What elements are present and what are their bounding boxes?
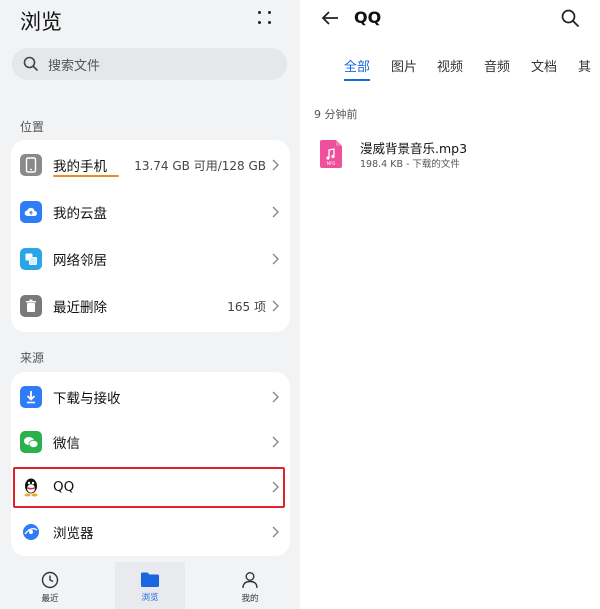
download-icon — [20, 386, 42, 408]
cloud-icon — [20, 201, 42, 223]
chevron-right-icon — [272, 300, 279, 312]
tab-all[interactable]: 全部 — [344, 56, 370, 75]
tab-other[interactable]: 其 — [578, 56, 591, 75]
phone-icon — [20, 154, 42, 176]
tab-images[interactable]: 图片 — [391, 56, 417, 75]
source-item-qq[interactable]: QQ — [11, 464, 290, 510]
trash-icon — [20, 295, 42, 317]
more-options-icon[interactable] — [258, 11, 272, 25]
nav-recent[interactable]: 最近 — [15, 562, 85, 609]
nav-label: 最近 — [41, 594, 59, 604]
wechat-icon — [20, 431, 42, 453]
source-item-wechat[interactable]: 微信 — [11, 419, 290, 465]
location-item-my-cloud[interactable]: 我的云盘 — [11, 189, 290, 235]
source-item-downloads[interactable]: 下载与接收 — [11, 374, 290, 420]
tab-documents[interactable]: 文档 — [531, 56, 557, 75]
chevron-right-icon — [272, 526, 279, 538]
nav-mine[interactable]: 我的 — [215, 562, 285, 609]
section-label-location: 位置 — [20, 120, 45, 134]
source-item-browser[interactable]: 浏览器 — [11, 509, 290, 555]
deleted-count: 165 项 — [227, 299, 266, 314]
chevron-right-icon — [272, 206, 279, 218]
chevron-right-icon — [272, 253, 279, 265]
chevron-right-icon — [272, 159, 279, 171]
music-file-icon: MP3 — [320, 140, 342, 168]
chevron-right-icon — [272, 391, 279, 403]
nav-browse[interactable]: 浏览 — [115, 562, 185, 609]
folder-title: QQ — [354, 8, 382, 27]
source-item-label: 微信 — [53, 436, 80, 452]
location-item-recently-deleted[interactable]: 最近删除 165 项 — [11, 283, 290, 329]
qq-icon — [20, 476, 42, 498]
qq-folder-panel: QQ 全部 图片 视频 音频 文档 其 9 分钟前 MP3 漫威背景音乐.mp3… — [300, 0, 600, 609]
nav-label: 我的 — [241, 594, 259, 604]
source-item-label: QQ — [53, 479, 75, 495]
clock-icon — [41, 571, 59, 589]
search-icon — [23, 56, 38, 71]
browse-panel: 浏览 搜索文件 位置 我的手机 13.74 GB 可用/128 GB 我的云盘 — [0, 0, 300, 609]
chevron-right-icon — [272, 481, 279, 493]
search-placeholder: 搜索文件 — [48, 58, 101, 74]
time-group-label: 9 分钟前 — [314, 108, 358, 121]
network-icon — [20, 248, 42, 270]
file-icon-label: MP3 — [327, 161, 336, 166]
back-arrow-icon[interactable] — [320, 8, 340, 28]
source-item-label: 下载与接收 — [53, 391, 121, 407]
location-item-label: 最近删除 — [53, 300, 107, 316]
category-tabs: 全部 图片 视频 音频 文档 其 — [344, 56, 600, 80]
person-icon — [242, 572, 258, 589]
file-meta: 198.4 KB - 下载的文件 — [360, 159, 460, 170]
source-card: 下载与接收 微信 QQ 浏览器 — [11, 372, 290, 556]
nav-label: 浏览 — [141, 593, 159, 603]
storage-value: 13.74 GB 可用/128 GB — [134, 158, 266, 173]
location-card: 我的手机 13.74 GB 可用/128 GB 我的云盘 网络邻居 最近删除 1… — [11, 140, 290, 332]
page-title: 浏览 — [20, 10, 62, 34]
browser-icon — [20, 521, 42, 543]
chevron-right-icon — [272, 436, 279, 448]
active-tab-indicator — [344, 79, 370, 81]
location-item-label: 网络邻居 — [53, 253, 107, 269]
search-input[interactable]: 搜索文件 — [12, 48, 287, 80]
location-item-network[interactable]: 网络邻居 — [11, 236, 290, 282]
tab-audio[interactable]: 音频 — [484, 56, 510, 75]
location-item-my-phone[interactable]: 我的手机 13.74 GB 可用/128 GB — [11, 142, 290, 188]
location-item-label: 我的手机 — [53, 159, 107, 175]
storage-progress-bar — [53, 175, 119, 177]
section-label-source: 来源 — [20, 351, 45, 365]
file-name[interactable]: 漫威背景音乐.mp3 — [360, 138, 467, 157]
folder-icon — [141, 572, 159, 587]
search-icon[interactable] — [560, 8, 580, 28]
bottom-nav: 最近 浏览 我的 — [0, 562, 300, 609]
tab-videos[interactable]: 视频 — [437, 56, 463, 75]
source-item-label: 浏览器 — [53, 526, 94, 542]
location-item-label: 我的云盘 — [53, 206, 107, 222]
